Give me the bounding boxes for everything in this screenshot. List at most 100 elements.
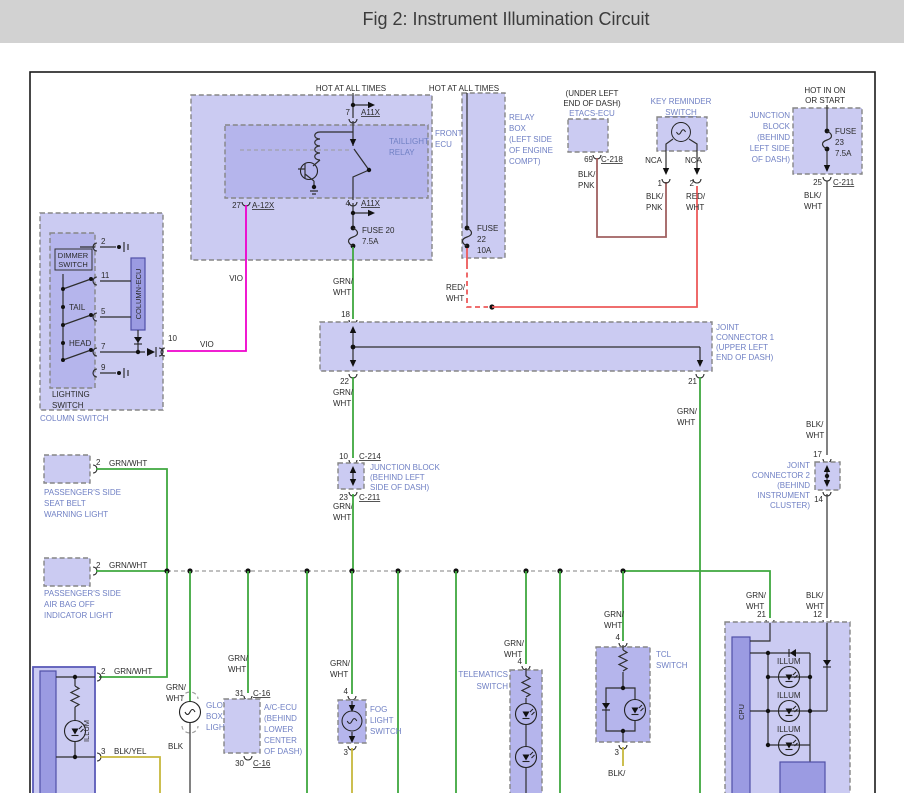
- pin10-label: 10: [168, 334, 177, 343]
- illum-label: ILLUM: [777, 691, 801, 700]
- pin21-label: 21: [757, 610, 766, 619]
- junction-block-mid-box: [337, 462, 365, 490]
- illum-label: ILLUM: [777, 657, 801, 666]
- head-label: HEAD: [69, 339, 91, 348]
- hot-at-all-times-2: HOT AT ALL TIMES: [429, 84, 499, 93]
- ac-ecu-box: [223, 698, 261, 754]
- svg-text:WHT: WHT: [333, 399, 351, 408]
- junction-dot: [620, 728, 626, 734]
- pin17-label: 17: [813, 450, 822, 459]
- svg-text:23: 23: [835, 138, 844, 147]
- pin18-label: 18: [341, 310, 350, 319]
- redwht-label2: RED/: [686, 192, 706, 201]
- svg-text:SWITCH: SWITCH: [58, 260, 88, 269]
- pin21-label: 21: [688, 377, 697, 386]
- svg-text:10A: 10A: [477, 246, 492, 255]
- junction-dot: [72, 674, 78, 680]
- grnwht-label: GRN/WHT: [114, 667, 152, 676]
- connector-c214-label: C-214: [359, 452, 381, 461]
- pin9: 9: [101, 363, 106, 372]
- telematics-label: TELEMATICS: [458, 670, 508, 679]
- blkpnk-label: BLK/: [578, 170, 596, 179]
- taillight-relay-box: [224, 124, 429, 199]
- junction-dot: [765, 674, 771, 680]
- grnwht-label: GRN/: [504, 639, 525, 648]
- hot-in-on-label: HOT IN ON: [804, 86, 845, 95]
- svg-text:(BEHIND: (BEHIND: [264, 714, 297, 723]
- svg-text:INSTRUMENT: INSTRUMENT: [758, 491, 811, 500]
- svg-text:WHT: WHT: [228, 665, 246, 674]
- illum-label: ILLUM: [82, 720, 91, 742]
- junction-dot: [807, 674, 813, 680]
- svg-text:CONNECTOR 1: CONNECTOR 1: [716, 333, 775, 342]
- svg-text:BOX: BOX: [509, 124, 527, 133]
- grnwht-label: GRN/WHT: [109, 561, 147, 570]
- pin3: 3: [344, 748, 349, 757]
- junction-dot: [350, 102, 356, 108]
- pin23-label: 23: [339, 493, 348, 502]
- pin69-label: 69: [584, 155, 593, 164]
- svg-text:CLUSTER): CLUSTER): [770, 501, 810, 510]
- pin22-label: 22: [340, 377, 349, 386]
- svg-text:END OF DASH): END OF DASH): [716, 353, 774, 362]
- etacs-box: [567, 118, 609, 153]
- svg-text:CONNECTOR 2: CONNECTOR 2: [752, 471, 811, 480]
- junction-dot: [61, 323, 65, 327]
- blkwht-label1: BLK/: [804, 191, 822, 200]
- dimmer-label: DIMMER: [58, 251, 89, 260]
- svg-text:WHT: WHT: [333, 513, 351, 522]
- pin30-label: 30: [235, 759, 244, 768]
- jb-mid-label: JUNCTION BLOCK: [370, 463, 440, 472]
- junction-dot: [72, 754, 78, 760]
- svg-text:OF DASH): OF DASH): [752, 155, 791, 164]
- junction-dot: [765, 650, 771, 656]
- etacs-location-label: (UNDER LEFT: [566, 89, 619, 98]
- junction-dot: [135, 349, 141, 355]
- blkwht-label2: BLK/: [806, 420, 824, 429]
- fog-label: FOG: [370, 705, 387, 714]
- grnwht-label: GRN/: [228, 654, 249, 663]
- svg-text:AIR BAG OFF: AIR BAG OFF: [44, 600, 95, 609]
- illum-label: ILLUM: [777, 725, 801, 734]
- grnwht-label: GRN/: [333, 502, 354, 511]
- connector-c16-label: C-16: [253, 689, 271, 698]
- blk-cut-label: BLK/: [608, 769, 626, 778]
- vio-label1: VIO: [229, 274, 243, 283]
- junction-dot: [61, 287, 65, 291]
- pin7-label: 7: [346, 108, 351, 117]
- svg-text:SIDE OF DASH): SIDE OF DASH): [370, 483, 429, 492]
- fuse23-label: FUSE: [835, 127, 856, 136]
- vio-label2: VIO: [200, 340, 214, 349]
- pin2: 2: [101, 237, 106, 246]
- svg-text:22: 22: [477, 235, 486, 244]
- junction-dot: [89, 313, 93, 317]
- svg-text:WHT: WHT: [686, 203, 704, 212]
- svg-text:BLOCK: BLOCK: [763, 122, 791, 131]
- grnwht-label: GRN/: [746, 591, 767, 600]
- svg-text:END OF DASH): END OF DASH): [563, 99, 621, 108]
- column-ecu-label: COLUMN-ECU: [134, 269, 143, 320]
- pin4: 4: [344, 687, 349, 696]
- svg-text:LOWER: LOWER: [264, 725, 294, 734]
- pin1-label: 1: [658, 179, 663, 188]
- svg-text:PNK: PNK: [646, 203, 663, 212]
- ac-ecu-label: A/C-ECU: [264, 703, 297, 712]
- svg-text:WHT: WHT: [604, 621, 622, 630]
- illum-component-inner: [39, 670, 57, 793]
- cpu-label: CPU: [737, 704, 746, 720]
- blkyel-label: BLK/YEL: [114, 747, 147, 756]
- seat-belt-light-box: [43, 454, 91, 484]
- pin2: 2: [96, 561, 101, 570]
- pin27-label: 27: [232, 201, 241, 210]
- svg-text:(LEFT SIDE: (LEFT SIDE: [509, 135, 552, 144]
- grnwht-label: GRN/: [333, 388, 354, 397]
- pin2-label: 2: [690, 179, 695, 188]
- svg-text:WHT: WHT: [330, 670, 348, 679]
- blkwht-label3: BLK/: [806, 591, 824, 600]
- connector-c218-label: C-218: [601, 155, 623, 164]
- grnwht-label: GRN/: [677, 407, 698, 416]
- connector-c211-label: C-211: [833, 178, 855, 187]
- svg-text:CENTER: CENTER: [264, 736, 297, 745]
- air-bag-light-box: [43, 557, 91, 587]
- svg-text:SEAT BELT: SEAT BELT: [44, 499, 86, 508]
